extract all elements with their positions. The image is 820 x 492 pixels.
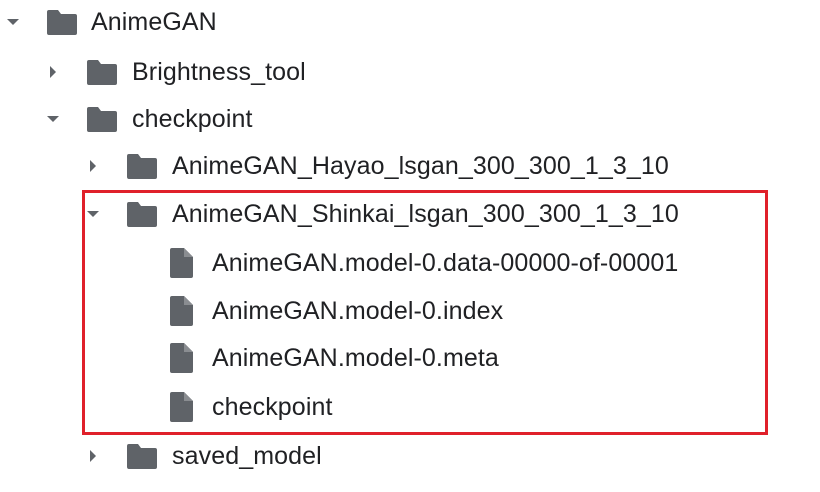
folder-label-brightness-tool: Brightness_tool [132,58,306,86]
folder-icon [127,154,157,179]
folder-icon [127,444,157,469]
tree-row-file[interactable]: AnimeGAN.model-0.meta [0,338,820,378]
caret-down-icon[interactable] [45,111,61,127]
tree-row-file[interactable]: AnimeGAN.model-0.data-00000-of-00001 [0,243,820,283]
folder-label-checkpoint: checkpoint [132,105,253,133]
tree-row-checkpoint[interactable]: checkpoint [0,99,820,139]
file-tree: AnimeGAN Brightness_tool checkpoint Anim… [0,0,820,492]
file-icon [170,248,193,278]
folder-label-animegan: AnimeGAN [91,8,217,36]
folder-icon [87,107,117,132]
file-icon [170,392,193,422]
folder-icon [47,10,77,35]
tree-row-file[interactable]: AnimeGAN.model-0.index [0,291,820,331]
file-label: AnimeGAN.model-0.meta [212,344,499,372]
caret-down-icon[interactable] [85,206,101,222]
folder-label-saved-model: saved_model [172,442,322,470]
file-icon [170,296,193,326]
folder-icon [87,60,117,85]
file-label: checkpoint [212,393,333,421]
caret-right-icon[interactable] [45,64,61,80]
tree-row-brightness-tool[interactable]: Brightness_tool [0,52,820,92]
file-label: AnimeGAN.model-0.data-00000-of-00001 [212,249,679,277]
folder-label-hayao: AnimeGAN_Hayao_lsgan_300_300_1_3_10 [172,152,669,180]
tree-row-animegan[interactable]: AnimeGAN [0,2,820,42]
tree-row-hayao[interactable]: AnimeGAN_Hayao_lsgan_300_300_1_3_10 [0,146,820,186]
tree-row-saved-model[interactable]: saved_model [0,436,820,476]
folder-label-shinkai: AnimeGAN_Shinkai_lsgan_300_300_1_3_10 [172,200,679,228]
caret-down-icon[interactable] [5,14,21,30]
tree-row-file[interactable]: checkpoint [0,387,820,427]
file-label: AnimeGAN.model-0.index [212,297,504,325]
caret-right-icon[interactable] [85,448,101,464]
folder-icon [127,202,157,227]
file-icon [170,343,193,373]
tree-row-shinkai[interactable]: AnimeGAN_Shinkai_lsgan_300_300_1_3_10 [0,194,820,234]
caret-right-icon[interactable] [85,158,101,174]
